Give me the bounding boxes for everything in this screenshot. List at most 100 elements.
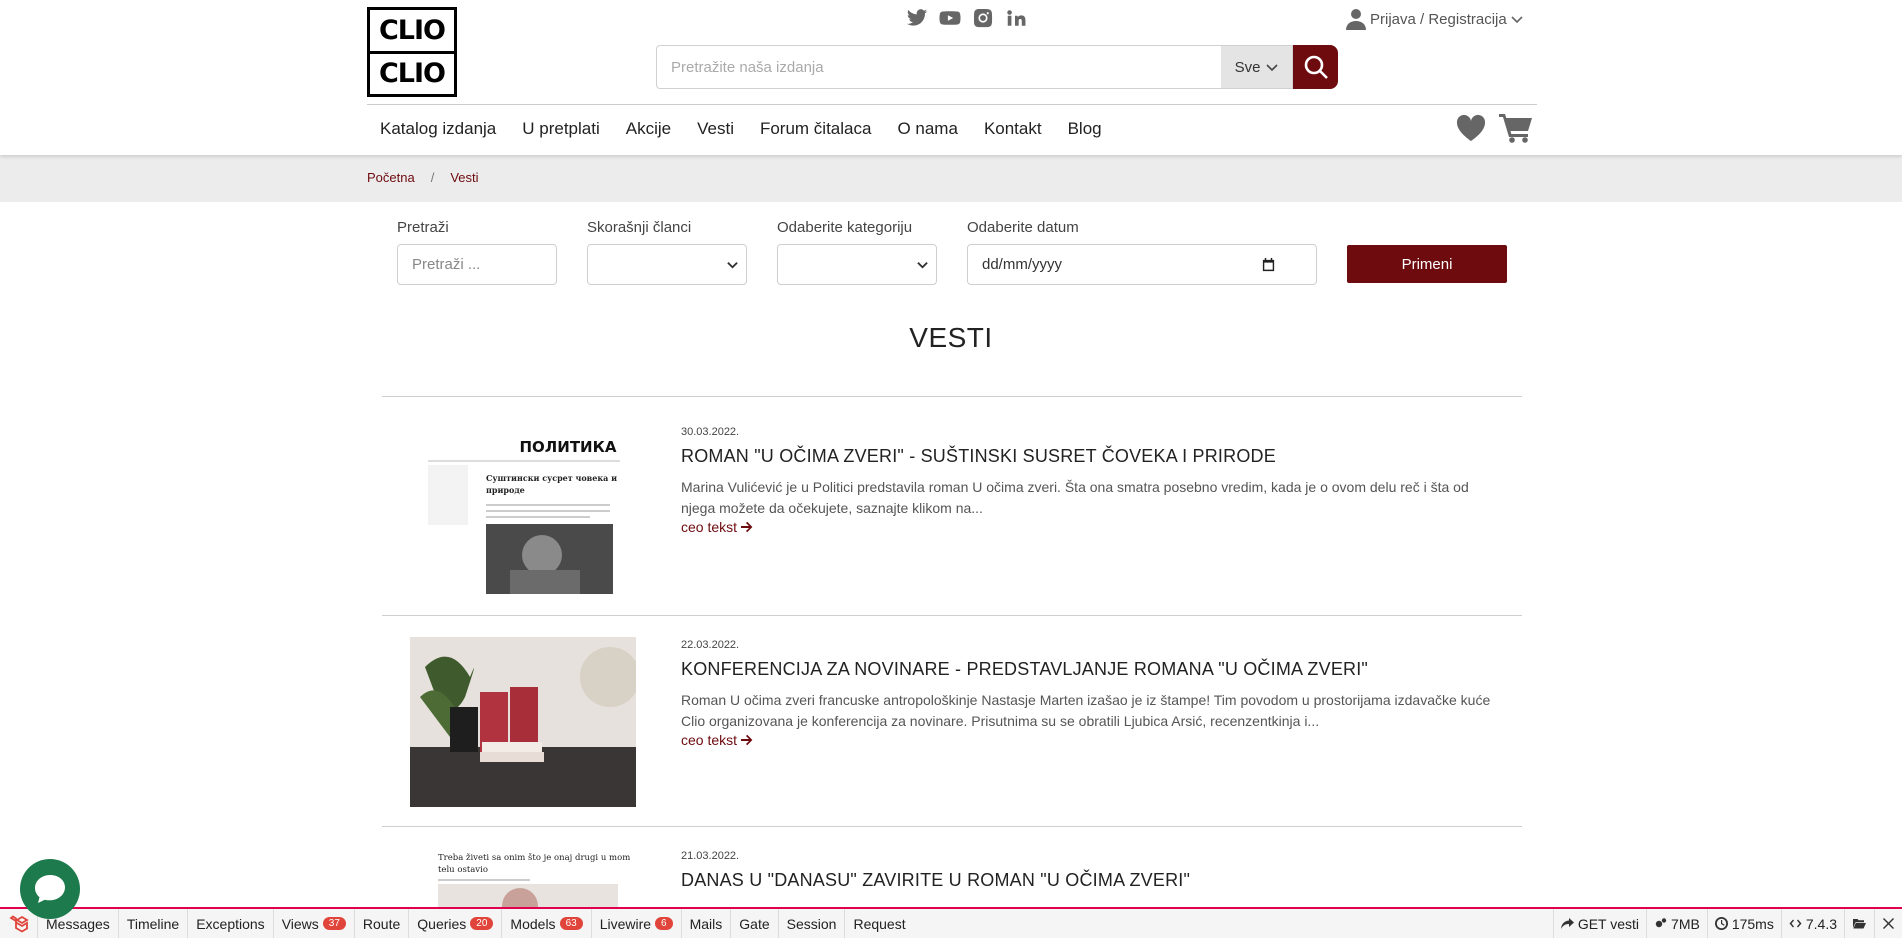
tab-label: Livewire: [599, 915, 652, 932]
article-thumbnail[interactable]: [410, 637, 636, 807]
svg-text:природе: природе: [486, 485, 525, 495]
chat-widget-button[interactable]: [20, 859, 80, 919]
linkedin-icon[interactable]: [1004, 6, 1028, 30]
debug-tab-exceptions[interactable]: Exceptions: [188, 909, 274, 938]
recent-articles-select[interactable]: [587, 244, 747, 285]
article-meta: 22.03.2022. KONFERENCIJA ZA NOVINARE - P…: [681, 639, 1501, 748]
debug-route[interactable]: GET vesti: [1552, 909, 1646, 938]
breadcrumb-current: Vesti: [450, 170, 479, 185]
debug-tab-views[interactable]: Views 37: [274, 909, 355, 938]
article-thumbnail[interactable]: Treba živeti sa onim što je onaj drugi u…: [410, 848, 636, 907]
article-date: 22.03.2022.: [681, 639, 740, 651]
code-icon: [1789, 919, 1802, 928]
article-date: 30.03.2022.: [681, 426, 740, 438]
tab-label: Session: [786, 915, 837, 932]
debug-tab-mails[interactable]: Mails: [682, 909, 732, 938]
debug-close-button[interactable]: [1874, 909, 1902, 938]
instagram-icon[interactable]: [971, 6, 995, 30]
debug-tab-session[interactable]: Session: [779, 909, 846, 938]
article-meta: 21.03.2022. DANAS U "DANASU" ZAVIRITE U …: [681, 850, 1501, 901]
twitter-icon[interactable]: [905, 6, 929, 30]
debug-php-version: 7.4.3: [1780, 909, 1844, 938]
read-more-link[interactable]: ceo tekst: [681, 732, 1501, 748]
login-register-link[interactable]: Prijava / Registracija: [1346, 8, 1523, 30]
divider: [382, 826, 1522, 827]
debug-memory: 7MB: [1646, 909, 1707, 938]
filter-recent-label: Skorašnji članci: [587, 219, 692, 236]
search-scope-dropdown[interactable]: Sve: [1221, 45, 1293, 89]
chevron-down-icon: [1266, 64, 1278, 72]
article-title[interactable]: KONFERENCIJA ZA NOVINARE - PREDSTAVLJANJ…: [681, 659, 1501, 680]
filter-search-placeholder: Pretraži ...: [412, 256, 481, 273]
filter-search-input[interactable]: Pretraži ...: [397, 244, 557, 285]
nav-icons: [1455, 113, 1533, 143]
youtube-icon[interactable]: [938, 6, 962, 30]
apply-button[interactable]: Primeni: [1347, 245, 1507, 283]
filter-search-group: Pretraži Pretraži ...: [397, 219, 557, 285]
heart-icon[interactable]: [1455, 114, 1487, 142]
search-input[interactable]: [656, 45, 1221, 89]
breadcrumb: Početna / Vesti: [367, 170, 479, 185]
logo-text-top: CLIO: [370, 11, 454, 54]
svg-text:telu ostavio: telu ostavio: [438, 865, 488, 875]
debug-tab-models[interactable]: Models 63: [502, 909, 592, 938]
debug-open-button[interactable]: [1844, 909, 1874, 938]
article-meta: 30.03.2022. ROMAN "U OČIMA ZVERI" - SUŠT…: [681, 426, 1501, 535]
date-input[interactable]: dd/mm/yyyy: [967, 244, 1317, 285]
nav-item-katalog[interactable]: Katalog izdanja: [380, 119, 496, 139]
read-more-label: ceo tekst: [681, 519, 738, 535]
nav-item-o-nama[interactable]: O nama: [897, 119, 957, 139]
nav-item-forum[interactable]: Forum čitalaca: [760, 119, 871, 139]
list-item: Treba živeti sa onim što je onaj drugi u…: [382, 836, 1522, 907]
chevron-down-icon: [1511, 16, 1523, 24]
article-thumbnail[interactable]: ПОЛИТИКА Суштински сусрет човека и приро…: [410, 425, 636, 595]
tab-label: Views: [281, 915, 319, 932]
nav-item-blog[interactable]: Blog: [1068, 119, 1102, 139]
debug-tab-request[interactable]: Request: [845, 909, 913, 938]
header-divider: [367, 104, 1537, 105]
newspaper-clipping-image: Treba živeti sa onim što je onaj drugi u…: [410, 848, 636, 907]
nav-item-vesti[interactable]: Vesti: [697, 119, 734, 139]
tab-label: Mails: [689, 915, 723, 932]
article-title[interactable]: ROMAN "U OČIMA ZVERI" - SUŠTINSKI SUSRET…: [681, 446, 1501, 467]
filter-category-group: Odaberite kategoriju: [777, 219, 937, 285]
article-title[interactable]: DANAS U "DANASU" ZAVIRITE U ROMAN "U OČI…: [681, 870, 1501, 891]
divider: [382, 615, 1522, 616]
calendar-icon[interactable]: [1261, 257, 1276, 272]
list-item: ПОЛИТИКА Суштински сусрет човека и приро…: [382, 412, 1522, 622]
read-more-link[interactable]: ceo tekst: [681, 519, 1501, 535]
debug-tab-queries[interactable]: Queries 20: [409, 909, 503, 938]
search-button[interactable]: [1293, 45, 1338, 89]
memory-value: 7MB: [1671, 915, 1700, 932]
debug-tab-route[interactable]: Route: [355, 909, 410, 938]
cogs-icon: [1655, 918, 1667, 928]
close-icon: [1883, 918, 1894, 929]
tab-label: Timeline: [126, 915, 180, 932]
debug-tab-timeline[interactable]: Timeline: [119, 909, 189, 938]
count-badge: 20: [470, 917, 494, 930]
filter-category-label: Odaberite kategoriju: [777, 219, 913, 236]
article-excerpt: Roman U očima zveri francuske antropološ…: [681, 692, 1491, 729]
category-select[interactable]: [777, 244, 937, 285]
nav-item-kontakt[interactable]: Kontakt: [984, 119, 1042, 139]
thumb-masthead: ПОЛИТИКА: [520, 438, 617, 456]
arrow-right-icon: [741, 521, 753, 533]
nav-item-akcije[interactable]: Akcije: [626, 119, 671, 139]
cart-icon[interactable]: [1499, 113, 1533, 143]
clio-logo[interactable]: CLIO CLIO: [367, 7, 457, 97]
list-item: 22.03.2022. KONFERENCIJA ZA NOVINARE - P…: [382, 625, 1522, 835]
nav-item-pretplata[interactable]: U pretplati: [522, 119, 599, 139]
breadcrumb-home[interactable]: Početna: [367, 170, 415, 185]
debug-bar: Messages Timeline Exceptions Views 37 Rou…: [0, 907, 1902, 938]
debug-tab-gate[interactable]: Gate: [731, 909, 779, 938]
arrow-right-icon: [741, 734, 753, 746]
time-value: 175ms: [1731, 915, 1774, 932]
tab-label: Models: [510, 915, 556, 932]
filter-recent-group: Skorašnji članci: [587, 219, 747, 285]
debug-tab-livewire[interactable]: Livewire 6: [592, 909, 682, 938]
user-icon: [1346, 9, 1366, 30]
php-version-value: 7.4.3: [1805, 915, 1837, 932]
main-nav: Katalog izdanja U pretplati Akcije Vesti…: [380, 119, 1102, 139]
filter-date-group: Odaberite datum dd/mm/yyyy: [967, 219, 1317, 285]
search-icon: [1304, 55, 1328, 79]
